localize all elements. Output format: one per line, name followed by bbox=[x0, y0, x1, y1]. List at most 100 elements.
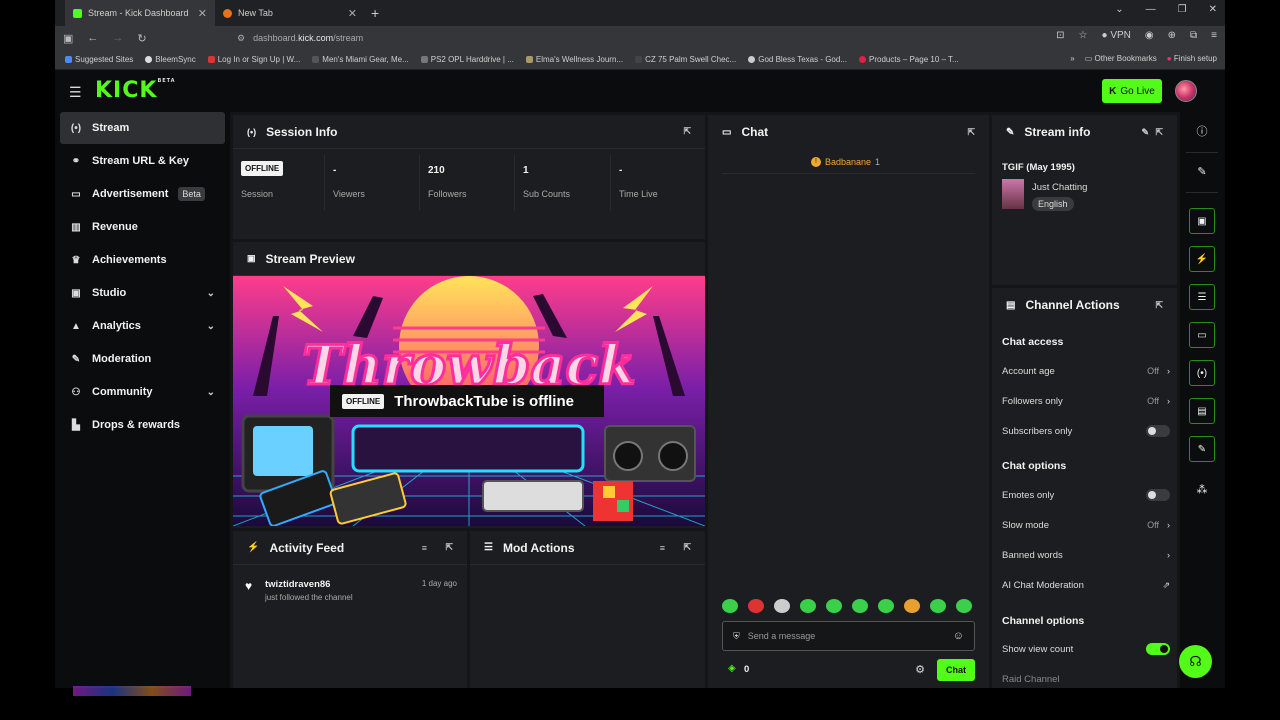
banned-words-row[interactable]: Banned words › bbox=[1002, 546, 1170, 564]
emoji-icon[interactable]: ☺ bbox=[953, 630, 964, 642]
raid-channel-row[interactable]: Raid Channel bbox=[1002, 670, 1170, 688]
back-icon[interactable]: ← bbox=[87, 32, 98, 44]
emote-icon[interactable] bbox=[774, 599, 790, 613]
bookmark-star-icon[interactable]: ☆ bbox=[1079, 30, 1088, 41]
new-tab-icon[interactable]: + bbox=[371, 5, 379, 21]
sidebar-item-moderation[interactable]: ✎ Moderation bbox=[60, 343, 225, 375]
avatar[interactable] bbox=[1175, 80, 1197, 102]
broadcast-icon[interactable]: (•) bbox=[1189, 360, 1215, 386]
sidebar-item-community[interactable]: ⚇ Community ⌄ bbox=[60, 376, 225, 408]
bookmark-item[interactable]: God Bless Texas - God... bbox=[748, 55, 847, 64]
preview-panel-icon[interactable]: ▣ bbox=[1189, 208, 1215, 234]
emote-icon[interactable] bbox=[878, 599, 894, 613]
category-name[interactable]: Just Chatting bbox=[1032, 182, 1087, 193]
hamburger-menu-icon[interactable]: ☰ bbox=[69, 84, 82, 101]
site-info-icon[interactable]: ⚙ bbox=[237, 33, 245, 44]
sidebar-item-stream[interactable]: (•) Stream bbox=[60, 112, 225, 144]
server-icon[interactable]: ▤ bbox=[1189, 398, 1215, 424]
filter-icon[interactable]: ≡ bbox=[422, 543, 427, 553]
sidebar-item-achievements[interactable]: ♛ Achievements bbox=[60, 244, 225, 276]
close-tab-icon[interactable]: ✕ bbox=[348, 7, 357, 20]
popout-icon[interactable]: ⇱ bbox=[1155, 127, 1163, 138]
install-app-icon[interactable]: ⊡ bbox=[1056, 30, 1064, 41]
edit-icon[interactable]: ✎ bbox=[1189, 158, 1215, 184]
close-tab-icon[interactable]: ✕ bbox=[198, 7, 207, 20]
browser-tab-kick[interactable]: Stream - Kick Dashboard ✕ bbox=[65, 0, 215, 26]
show-view-count-toggle[interactable] bbox=[1146, 643, 1170, 655]
popout-icon[interactable]: ⇱ bbox=[683, 542, 691, 553]
extensions-icon[interactable]: ⧉ bbox=[1190, 30, 1197, 41]
stream-info-header: ✎ Stream info ✎ ⇱ bbox=[992, 115, 1177, 149]
emote-icon[interactable] bbox=[722, 599, 738, 613]
wallet-icon[interactable]: ◉ bbox=[1145, 30, 1154, 41]
popout-icon[interactable]: ⇱ bbox=[445, 542, 453, 553]
panel-title: Channel Actions bbox=[1025, 298, 1120, 312]
subscribers-only-toggle[interactable] bbox=[1146, 425, 1170, 437]
bookmark-item[interactable]: BleemSync bbox=[145, 55, 196, 64]
emote-icon[interactable] bbox=[956, 599, 972, 613]
go-live-button[interactable]: K Go Live bbox=[1102, 79, 1162, 103]
more-bookmarks-icon[interactable]: » bbox=[1070, 54, 1074, 63]
chevron-down-icon: ⌄ bbox=[206, 287, 215, 299]
address-right-icons: ⊡ ☆ ● VPN ◉ ⊕ ⧉ ≡ bbox=[1056, 30, 1217, 41]
stream-preview-image[interactable]: Throwback OFFLINE ThrowbackTube is offli… bbox=[233, 276, 705, 526]
tab-search-icon[interactable]: ⌄ bbox=[1115, 4, 1123, 15]
list-icon[interactable]: ☰ bbox=[1189, 284, 1215, 310]
pinned-user[interactable]: ! Badbanane 1 bbox=[811, 157, 880, 167]
account-age-row[interactable]: Account age Off › bbox=[1002, 362, 1170, 380]
bookmark-item[interactable]: Men's Miami Gear, Me... bbox=[312, 55, 409, 64]
downloads-icon[interactable]: ⊕ bbox=[1168, 30, 1176, 41]
sidebar-item-revenue[interactable]: ▥ Revenue bbox=[60, 211, 225, 243]
vpn-button[interactable]: ● VPN bbox=[1102, 30, 1131, 41]
gear-icon[interactable]: ⚙ bbox=[915, 663, 925, 676]
slow-mode-row[interactable]: Slow mode Off › bbox=[1002, 516, 1170, 534]
emote-icon[interactable] bbox=[930, 599, 946, 613]
emote-icon[interactable] bbox=[826, 599, 842, 613]
close-window-icon[interactable]: ✕ bbox=[1209, 4, 1217, 15]
sidebar-item-studio[interactable]: ▣ Studio ⌄ bbox=[60, 277, 225, 309]
bookmark-item[interactable]: Log In or Sign Up | W... bbox=[207, 55, 300, 64]
info-icon[interactable]: ⓘ bbox=[1189, 118, 1215, 144]
bookmark-item[interactable]: Elma's Wellness Journ... bbox=[525, 55, 623, 64]
emote-icon[interactable] bbox=[852, 599, 868, 613]
bookmark-item[interactable]: CZ 75 Palm Swell Chec... bbox=[635, 55, 736, 64]
sidebar-item-advertisement[interactable]: ▭ Advertisement Beta bbox=[60, 178, 225, 210]
sidebar-toggle-icon[interactable]: ▣ bbox=[63, 32, 73, 45]
emote-icon[interactable] bbox=[800, 599, 816, 613]
add-widget-icon[interactable]: ⁂ bbox=[1189, 476, 1215, 502]
bookmark-item[interactable]: PS2 OPL Harddrive | ... bbox=[420, 55, 514, 64]
edit-icon[interactable]: ✎ bbox=[1141, 127, 1149, 138]
bookmark-item[interactable]: Suggested Sites bbox=[65, 55, 133, 64]
ai-moderation-row[interactable]: AI Chat Moderation ⇗ bbox=[1002, 576, 1170, 594]
help-chat-icon[interactable]: ☊ bbox=[1179, 645, 1212, 678]
menu-icon[interactable]: ≡ bbox=[1211, 30, 1217, 41]
popout-icon[interactable]: ⇱ bbox=[1155, 300, 1163, 311]
sidebar-item-analytics[interactable]: ▲ Analytics ⌄ bbox=[60, 310, 225, 342]
wrench-icon[interactable]: ✎ bbox=[1189, 436, 1215, 462]
followers-only-row[interactable]: Followers only Off › bbox=[1002, 392, 1170, 410]
minimize-icon[interactable]: — bbox=[1146, 4, 1156, 15]
emote-icon[interactable] bbox=[904, 599, 920, 613]
forward-icon[interactable]: → bbox=[112, 32, 123, 44]
chat-message-input[interactable]: ⛨ Send a message ☺ bbox=[722, 621, 975, 651]
address-bar[interactable]: ⚙ dashboard.kick.com/stream bbox=[237, 30, 1027, 46]
sidebar-item-stream-url-key[interactable]: ⚭ Stream URL & Key bbox=[60, 145, 225, 177]
popout-icon[interactable]: ⇱ bbox=[683, 126, 691, 137]
reload-icon[interactable]: ↻ bbox=[137, 32, 146, 45]
category-thumbnail[interactable] bbox=[1002, 179, 1024, 209]
maximize-icon[interactable]: ❐ bbox=[1178, 4, 1187, 15]
chat-icon[interactable]: ▭ bbox=[1189, 322, 1215, 348]
sidebar-item-drops-rewards[interactable]: ▙ Drops & rewards bbox=[60, 409, 225, 441]
finish-setup[interactable]: ● Finish setup bbox=[1167, 54, 1217, 63]
popout-icon[interactable]: ⇱ bbox=[967, 127, 975, 138]
emote-icon[interactable] bbox=[748, 599, 764, 613]
emotes-only-toggle[interactable] bbox=[1146, 489, 1170, 501]
filter-icon[interactable]: ≡ bbox=[660, 543, 665, 553]
kick-logo[interactable]: KICKBETA bbox=[95, 78, 176, 103]
lightning-icon[interactable]: ⚡ bbox=[1189, 246, 1215, 272]
browser-tab-new[interactable]: New Tab ✕ bbox=[215, 0, 365, 26]
bookmark-item[interactable]: Products – Page 10 – T... bbox=[859, 55, 959, 64]
other-bookmarks[interactable]: ▭ Other Bookmarks bbox=[1085, 54, 1157, 63]
send-chat-button[interactable]: Chat bbox=[937, 659, 975, 681]
feed-user[interactable]: twiztidraven86 bbox=[265, 579, 330, 590]
